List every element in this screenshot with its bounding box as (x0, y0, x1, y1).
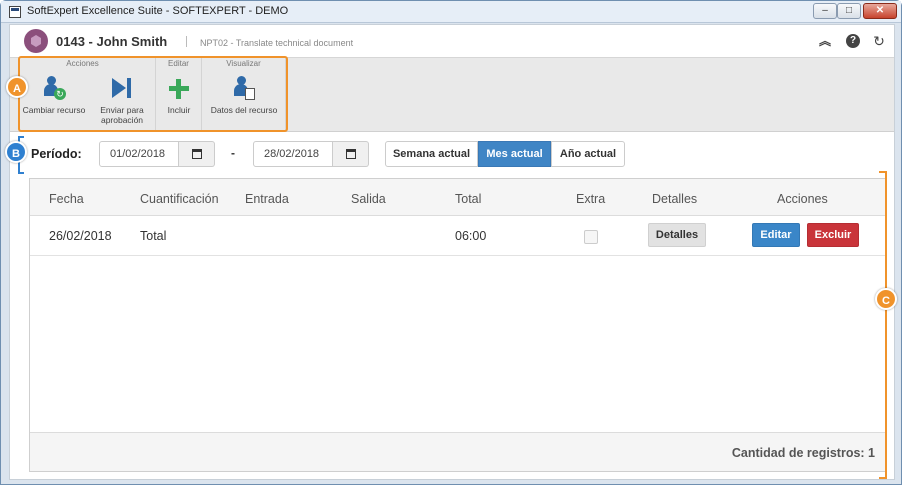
callout-b-badge: B (5, 141, 27, 163)
end-date-input[interactable]: 28/02/2018 (253, 141, 333, 167)
minimize-button[interactable]: – (813, 3, 837, 19)
column-header-salida: Salida (351, 192, 386, 206)
current-month-button[interactable]: Mes actual (478, 141, 551, 167)
cell-fecha: 26/02/2018 (49, 229, 112, 243)
extra-checkbox[interactable] (584, 230, 598, 244)
app-icon (9, 6, 21, 18)
column-header-fecha: Fecha (49, 192, 84, 206)
close-button[interactable]: ✕ (863, 3, 897, 19)
table-footer: Cantidad de registros: 1 (30, 432, 885, 471)
window-title: SoftExpert Excellence Suite - SOFTEXPERT… (27, 5, 289, 17)
callout-c-bracket (879, 171, 887, 479)
current-year-button[interactable]: Año actual (551, 141, 625, 167)
title-bar: SoftExpert Excellence Suite - SOFTEXPERT… (1, 1, 901, 23)
current-week-button[interactable]: Semana actual (385, 141, 478, 167)
column-header-detalles: Detalles (652, 192, 698, 206)
calendar-icon (346, 149, 356, 159)
end-date-calendar-button[interactable] (333, 141, 369, 167)
date-range-separator: - (231, 146, 235, 160)
record-subtitle: NPT02 - Translate technical document (200, 38, 354, 48)
start-date-calendar-button[interactable] (179, 141, 215, 167)
record-header: 0143 - John Smith NPT02 - Translate tech… (10, 25, 894, 57)
help-icon[interactable]: ? (846, 34, 860, 48)
column-header-acciones: Acciones (777, 192, 828, 206)
column-header-total: Total (455, 192, 482, 206)
delete-button[interactable]: Excluir (807, 223, 859, 247)
callout-a-badge: A (6, 76, 28, 98)
record-count: Cantidad de registros: 1 (731, 446, 875, 460)
calendar-icon (192, 149, 202, 159)
maximize-button[interactable]: □ (837, 3, 861, 19)
start-date-input[interactable]: 01/02/2018 (99, 141, 179, 167)
collapse-icon[interactable]: ︽ (818, 34, 832, 48)
header-divider (186, 36, 187, 47)
table-header: Fecha Cuantificación Entrada Salida Tota… (30, 179, 885, 216)
app-window: SoftExpert Excellence Suite - SOFTEXPERT… (0, 0, 902, 485)
callout-c-badge: C (875, 288, 897, 310)
cell-total: 06:00 (455, 229, 487, 243)
records-table: Fecha Cuantificación Entrada Salida Tota… (29, 178, 886, 472)
column-header-entrada: Entrada (245, 192, 289, 206)
table-row: 26/02/2018 Total 06:00 Detalles Editar E… (30, 216, 885, 256)
column-header-cuantificacion: Cuantificación (140, 192, 219, 206)
details-button[interactable]: Detalles (648, 223, 706, 247)
column-header-extra: Extra (576, 192, 606, 206)
callout-a-frame (18, 56, 288, 132)
record-title: 0143 - John Smith (56, 34, 168, 49)
record-avatar-icon (24, 29, 48, 53)
refresh-icon[interactable]: ↻ (872, 34, 886, 48)
cell-cuantificacion: Total (140, 229, 167, 243)
edit-button[interactable]: Editar (752, 223, 800, 247)
period-label: Período: (31, 147, 82, 161)
